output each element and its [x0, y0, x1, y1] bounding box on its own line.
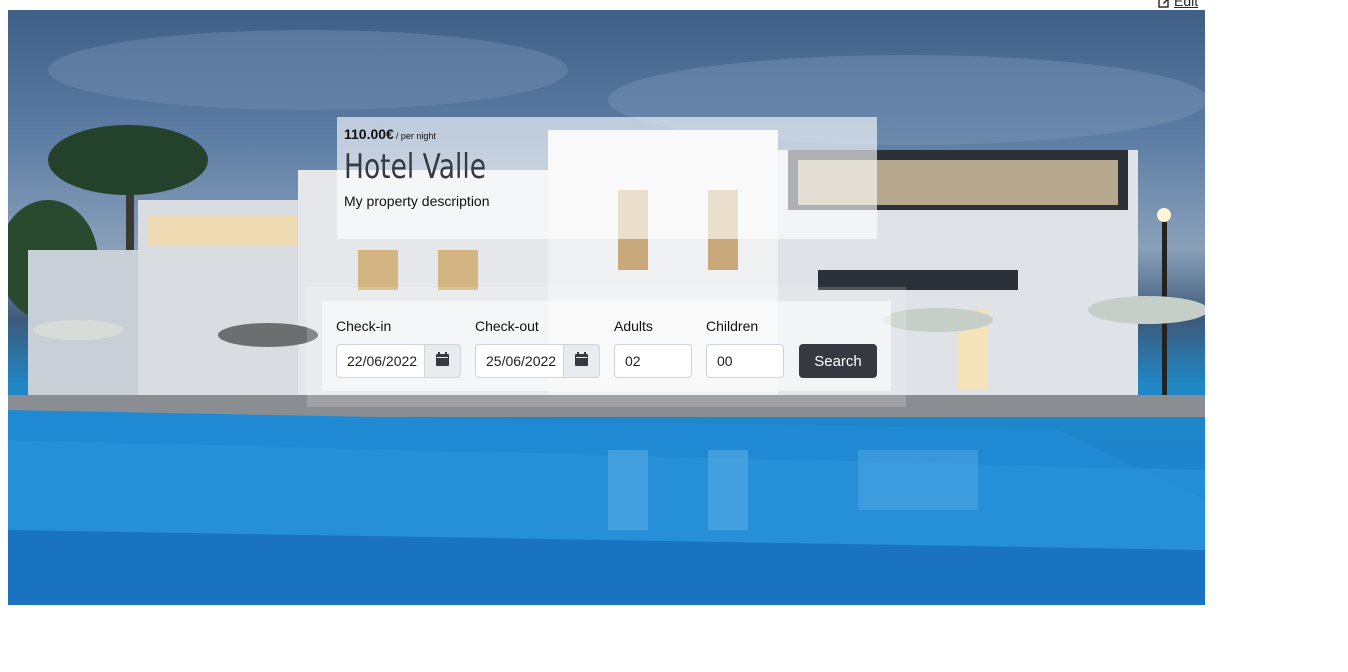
checkout-field-group: 25/06/2022 — [475, 344, 600, 378]
calendar-icon — [436, 351, 449, 371]
checkin-field-group: 22/06/2022 — [336, 344, 461, 378]
edit-link[interactable]: Edit — [1158, 0, 1199, 9]
edit-icon — [1158, 0, 1170, 8]
property-info-box: 110.00€ / per night Hotel Valle My proper… — [337, 117, 877, 239]
price-line: 110.00€ / per night — [344, 125, 870, 145]
price-unit: / per night — [395, 131, 436, 141]
calendar-icon — [575, 351, 588, 371]
checkout-calendar-button[interactable] — [564, 344, 600, 378]
checkout-input[interactable]: 25/06/2022 — [475, 344, 564, 378]
edit-link-label: Edit — [1174, 0, 1199, 9]
checkin-label: Check-in — [336, 318, 392, 334]
children-input[interactable]: 00 — [706, 344, 784, 378]
checkin-calendar-button[interactable] — [425, 344, 461, 378]
property-description: My property description — [344, 193, 490, 209]
adults-input[interactable]: 02 — [614, 344, 692, 378]
checkout-label: Check-out — [475, 318, 539, 334]
price-value: 110.00€ — [344, 126, 394, 142]
adults-label: Adults — [614, 318, 653, 334]
search-button[interactable]: Search — [799, 344, 877, 378]
hotel-name: Hotel Valle — [344, 147, 487, 187]
checkin-input[interactable]: 22/06/2022 — [336, 344, 425, 378]
children-label: Children — [706, 318, 759, 334]
